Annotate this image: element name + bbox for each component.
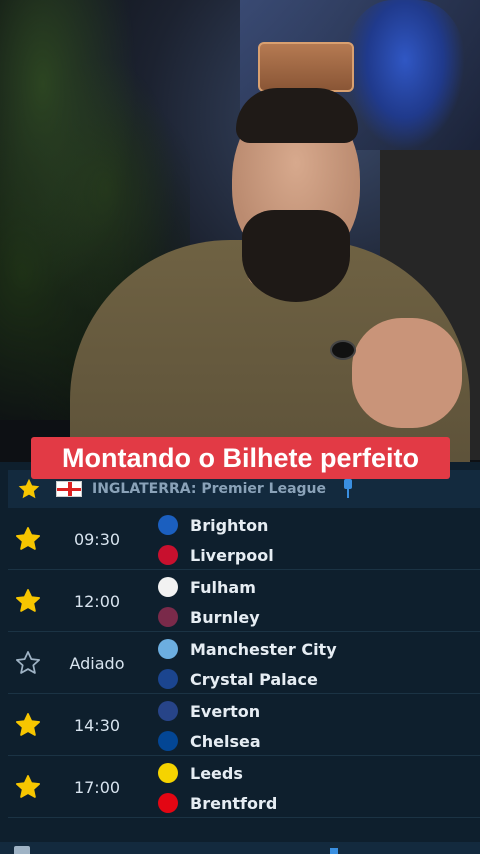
favorite-star-icon[interactable]: [8, 508, 48, 570]
treasure-chest-prop: [258, 42, 354, 92]
chelsea-crest-icon: [158, 731, 178, 751]
away-team[interactable]: Burnley: [158, 603, 260, 631]
home-team-name: Leeds: [190, 763, 243, 783]
away-team[interactable]: Chelsea: [158, 727, 261, 755]
presenter-hand: [352, 318, 462, 428]
match-row[interactable]: 17:00 Leeds Brentford: [8, 756, 480, 818]
next-league-header-partial: [0, 842, 480, 854]
league-separator: :: [190, 481, 202, 497]
away-team-name: Crystal Palace: [190, 669, 318, 689]
away-team-name: Chelsea: [190, 731, 261, 751]
league-competition: Premier League: [201, 481, 327, 497]
favorite-star-icon[interactable]: [8, 570, 48, 632]
video-frame: [0, 0, 480, 462]
home-team-name: Everton: [190, 701, 261, 721]
match-list-panel: INGLATERRA: Premier League 09:30 Brighto…: [0, 462, 480, 854]
away-team[interactable]: Brentford: [158, 789, 277, 817]
figurine-background: [345, 0, 465, 150]
brentford-crest-icon: [158, 793, 178, 813]
home-team-name: Fulham: [190, 577, 256, 597]
away-team[interactable]: Liverpool: [158, 541, 274, 569]
match-time: 17:00: [73, 777, 121, 797]
match-time: Adiado: [69, 653, 125, 673]
match-time: 09:30: [73, 529, 121, 549]
home-team-name: Manchester City: [190, 639, 337, 659]
home-team[interactable]: Brighton: [158, 511, 268, 539]
match-row[interactable]: 12:00 Fulham Burnley: [8, 570, 480, 632]
presenter-hair: [236, 88, 358, 143]
fulham-crest-icon: [158, 577, 178, 597]
away-team-name: Burnley: [190, 607, 260, 627]
home-team-name: Brighton: [190, 515, 269, 535]
everton-crest-icon: [158, 701, 178, 721]
manchester-city-crest-icon: [158, 639, 178, 659]
presenter-beard: [242, 210, 350, 302]
away-team[interactable]: Crystal Palace: [158, 665, 318, 693]
leeds-crest-icon: [158, 763, 178, 783]
match-time: 14:30: [73, 715, 121, 735]
away-team-name: Liverpool: [190, 545, 274, 565]
league-country: INGLATERRA: [92, 481, 191, 497]
brighton-crest-icon: [158, 515, 178, 535]
match-row[interactable]: 14:30 Everton Chelsea: [8, 694, 480, 756]
england-flag-icon: [56, 481, 82, 497]
home-team[interactable]: Everton: [158, 697, 260, 725]
pin-icon[interactable]: [341, 479, 355, 499]
match-row[interactable]: Adiado Manchester City Crystal Palace: [8, 632, 480, 694]
crystal-palace-crest-icon: [158, 669, 178, 689]
match-row[interactable]: 09:30 Brighton Liverpool: [8, 508, 480, 570]
match-time: 12:00: [73, 591, 121, 611]
league-favorite-star-icon[interactable]: [8, 477, 50, 501]
favorite-star-icon[interactable]: [8, 756, 48, 818]
video-caption: Montando o Bilhete perfeito: [31, 437, 450, 479]
liverpool-crest-icon: [158, 545, 178, 565]
home-team[interactable]: Manchester City: [158, 635, 337, 663]
league-title: INGLATERRA: Premier League: [92, 481, 326, 497]
home-team[interactable]: Fulham: [158, 573, 256, 601]
earbud-object: [330, 340, 356, 360]
favorite-star-icon[interactable]: [8, 694, 48, 756]
home-team[interactable]: Leeds: [158, 759, 243, 787]
burnley-crest-icon: [158, 607, 178, 627]
away-team-name: Brentford: [190, 793, 278, 813]
favorite-star-icon[interactable]: [8, 632, 48, 694]
